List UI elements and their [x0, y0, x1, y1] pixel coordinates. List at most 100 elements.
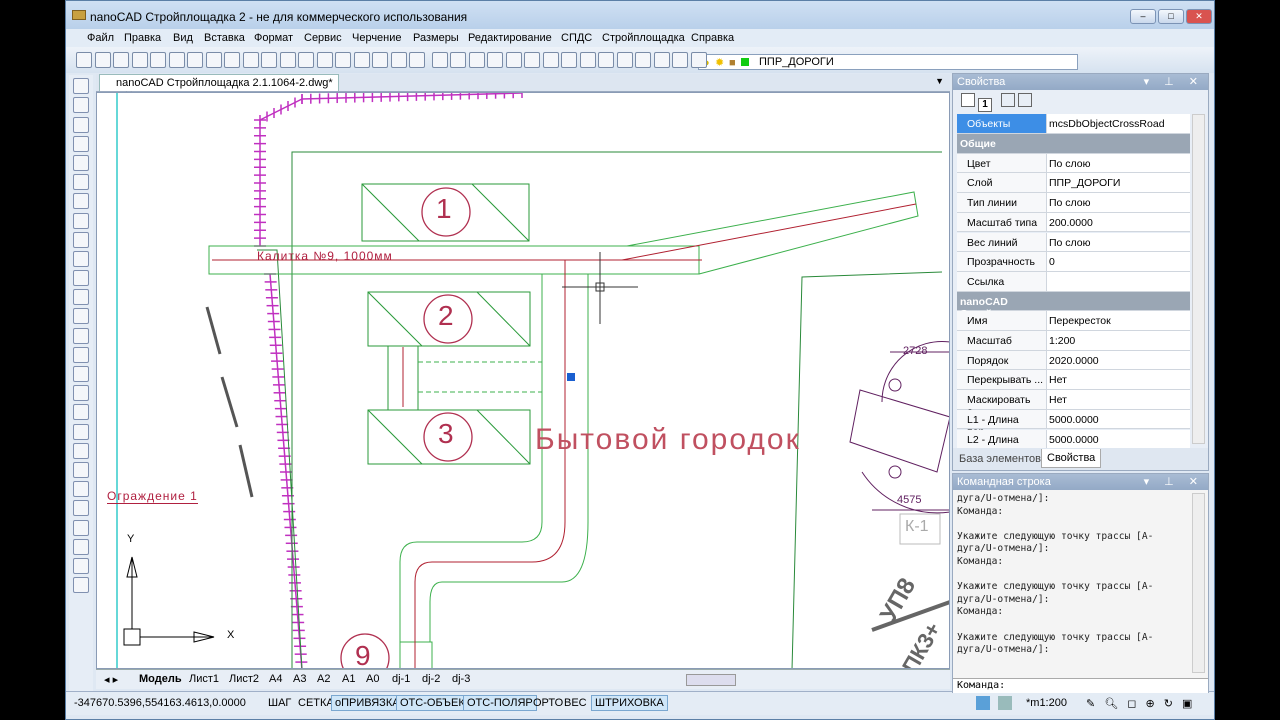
tab-a1[interactable]: А1: [342, 673, 355, 685]
toolbar-button-icon[interactable]: [94, 52, 111, 68]
left-tool-icon[interactable]: [73, 404, 89, 421]
toolbar-button-icon[interactable]: [316, 52, 333, 68]
left-tool-icon[interactable]: [73, 500, 89, 517]
left-tool-icon[interactable]: [73, 519, 89, 536]
toolbar-button-icon[interactable]: [168, 52, 185, 68]
tab-element-base[interactable]: База элементов: [959, 453, 1041, 465]
left-tool-icon[interactable]: [73, 461, 89, 478]
tab-dj3[interactable]: dj-3: [452, 673, 470, 685]
left-tool-icon[interactable]: [73, 346, 89, 363]
property-row[interactable]: Имя Перекресток: [957, 311, 1190, 331]
toolbar-button-icon[interactable]: [113, 52, 129, 68]
tab-scroll-arrows[interactable]: ◂ ▸: [104, 673, 118, 686]
paper-space-icon[interactable]: [998, 696, 1012, 710]
horizontal-scrollbar[interactable]: [686, 674, 736, 686]
toolbar-button-icon[interactable]: [579, 52, 596, 68]
tab-dj2[interactable]: dj-2: [422, 673, 440, 685]
left-tool-icon[interactable]: [73, 78, 89, 95]
menu-spds[interactable]: СПДС: [561, 32, 592, 44]
menu-dimensions[interactable]: Размеры: [413, 32, 459, 44]
menu-modify[interactable]: Редактирование: [468, 32, 552, 44]
toolbar-button-icon[interactable]: [635, 52, 651, 68]
left-tool-icon[interactable]: [73, 577, 89, 594]
toolbar-button-icon[interactable]: [561, 52, 577, 68]
toolbar-button-icon[interactable]: [150, 52, 166, 68]
toolbar-button-icon[interactable]: [524, 52, 540, 68]
left-tool-icon[interactable]: [73, 442, 89, 459]
single-object-icon[interactable]: 1: [978, 98, 993, 112]
objects-row[interactable]: Объекты mcsDbObjectCrossRoad: [957, 114, 1190, 134]
section-stroyploshadka[interactable]: nanoCAD Стройплощадка: [957, 291, 1190, 320]
left-tool-icon[interactable]: [73, 250, 89, 267]
property-row[interactable]: Тип линии По слою: [957, 193, 1190, 213]
toolbar-button-icon[interactable]: [690, 52, 707, 68]
toggle-osnap[interactable]: оПРИВЯЗКА: [331, 695, 404, 711]
property-row[interactable]: Порядок следо...2020.0000: [957, 350, 1190, 379]
document-tab[interactable]: nanoCAD Стройплощадка 2.1.1064-2.dwg* ✕: [99, 74, 339, 102]
toolbar-button-icon[interactable]: [616, 52, 633, 68]
tab-dj1[interactable]: dj-1: [392, 673, 410, 685]
zoom-icons[interactable]: ✎ 🔍︎ ◻ ⊕ ↻ ▣: [1086, 697, 1195, 710]
left-tool-icon[interactable]: [73, 481, 89, 498]
grip-point[interactable]: [567, 373, 575, 381]
toolbar-button-icon[interactable]: [335, 52, 351, 68]
toolbar-button-icon[interactable]: [353, 52, 370, 68]
left-tool-icon[interactable]: [73, 154, 89, 171]
toolbar-button-icon[interactable]: [224, 52, 240, 68]
property-row[interactable]: Ссылка: [957, 271, 1190, 292]
menu-help[interactable]: Справка: [691, 32, 734, 44]
menu-stroyploshadka[interactable]: Стройплощадка: [602, 32, 685, 44]
property-row[interactable]: Цвет По слою: [957, 153, 1190, 174]
layer-select[interactable]: ● ✹ ■ ППР_ДОРОГИ: [698, 54, 1078, 70]
property-row[interactable]: Масштаб 1:200: [957, 331, 1190, 351]
left-tool-icon[interactable]: [73, 423, 89, 440]
minimize-button[interactable]: –: [1130, 9, 1156, 24]
left-tool-icon[interactable]: [73, 308, 89, 325]
property-row[interactable]: L1 - Длина пер...5000.0000: [957, 409, 1190, 438]
menu-format[interactable]: Формат: [254, 32, 293, 44]
tab-sheet2[interactable]: Лист2: [229, 673, 259, 685]
toolbar-button-icon[interactable]: [205, 52, 222, 68]
toggle-polar[interactable]: ОТС-ПОЛЯР: [463, 695, 537, 711]
left-tool-icon[interactable]: [73, 327, 89, 344]
toolbar-button-icon[interactable]: [487, 52, 503, 68]
toggle-grid[interactable]: СЕТКА: [298, 697, 334, 709]
drawing-canvas[interactable]: Калитка №9, 1000мм Ограждение 1 Бытовой …: [96, 92, 950, 669]
section-general[interactable]: Общие: [957, 134, 1190, 154]
command-scrollbar[interactable]: [1192, 493, 1205, 673]
left-tool-icon[interactable]: [73, 385, 89, 402]
menu-file[interactable]: Файл: [87, 32, 114, 44]
tab-a3[interactable]: А3: [293, 673, 306, 685]
menu-insert[interactable]: Вставка: [204, 32, 245, 44]
toolbar-button-icon[interactable]: [542, 52, 559, 68]
toolbar-button-icon[interactable]: [279, 52, 296, 68]
toolbar-button-icon[interactable]: [653, 52, 670, 68]
left-tool-icon[interactable]: [73, 116, 89, 133]
toolbar-button-icon[interactable]: [505, 52, 522, 68]
left-tool-icon[interactable]: [73, 193, 89, 210]
toolbar-button-icon[interactable]: [261, 52, 277, 68]
tab-a4[interactable]: А4: [269, 673, 282, 685]
tab-sheet1[interactable]: Лист1: [189, 673, 219, 685]
tab-model[interactable]: Модель: [139, 673, 182, 685]
toolbar-button-icon[interactable]: [242, 52, 259, 68]
close-button[interactable]: ✕: [1186, 9, 1212, 24]
toolbar-button-icon[interactable]: [131, 52, 148, 68]
menu-draw[interactable]: Черчение: [352, 32, 402, 44]
left-tool-icon[interactable]: [73, 366, 89, 382]
tab-a2[interactable]: А2: [317, 673, 330, 685]
annotation-scale[interactable]: *m1:200: [1026, 697, 1067, 709]
toggle-hatch[interactable]: ШТРИХОВКА: [591, 695, 668, 711]
left-tool-icon[interactable]: [73, 231, 89, 248]
toggle-lineweight[interactable]: ВЕС: [564, 697, 587, 709]
menu-edit[interactable]: Правка: [124, 32, 161, 44]
toolbar-button-icon[interactable]: [450, 52, 466, 68]
filter-icon[interactable]: [1018, 93, 1033, 107]
toolbar-button-icon[interactable]: [431, 52, 448, 68]
left-tool-icon[interactable]: [73, 538, 89, 555]
left-tool-icon[interactable]: [73, 557, 89, 574]
property-row[interactable]: Масштаб типа ...200.0000: [957, 212, 1190, 241]
toolbar-button-icon[interactable]: [372, 52, 388, 68]
toolbar-button-icon[interactable]: [187, 52, 203, 68]
tab-a0[interactable]: А0: [366, 673, 379, 685]
